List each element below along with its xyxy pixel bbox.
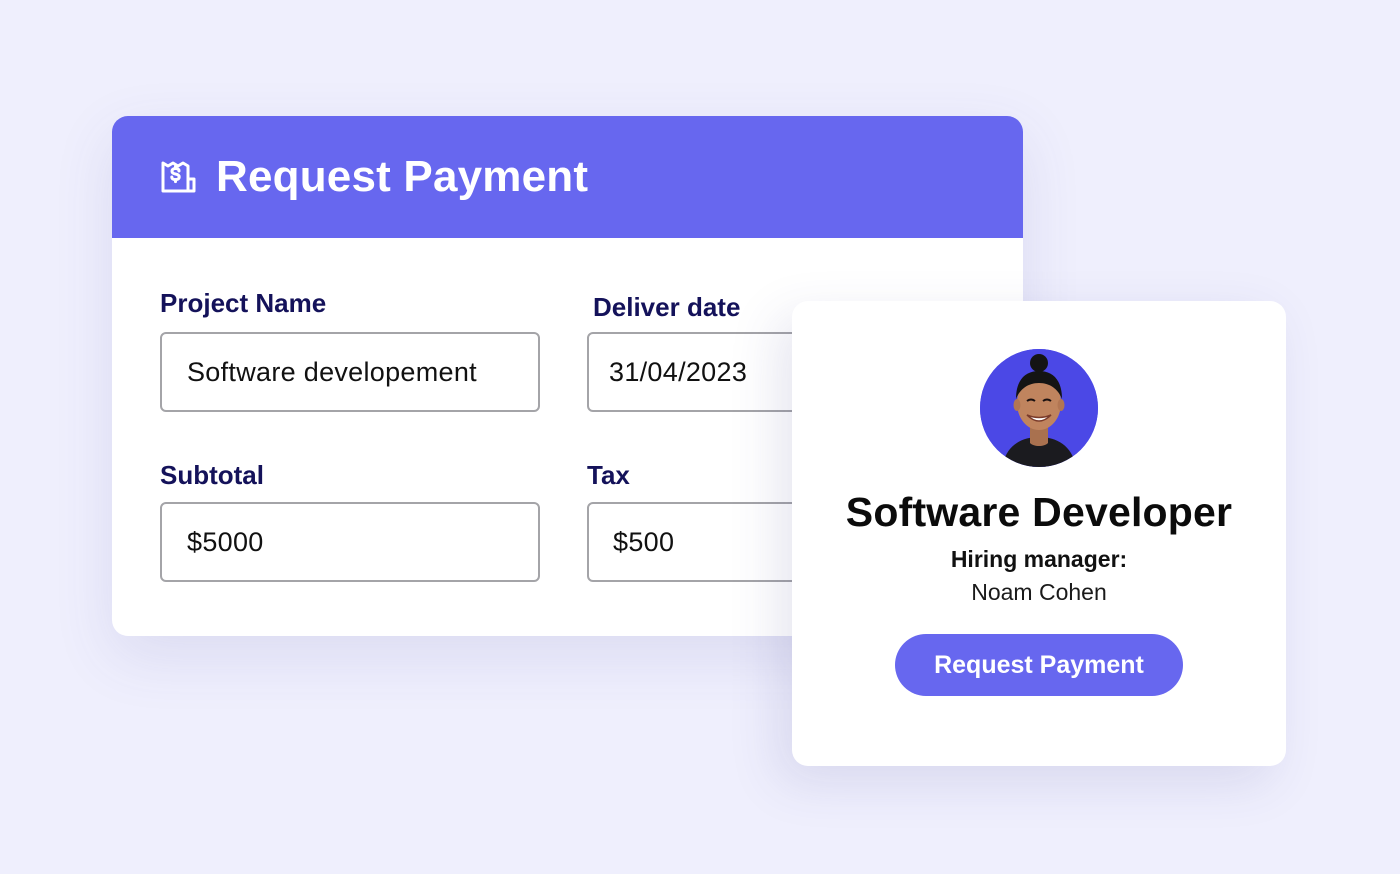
subtotal-label: Subtotal <box>160 460 264 490</box>
request-payment-button-label: Request Payment <box>934 650 1144 679</box>
project-name-label: Project Name <box>160 288 327 318</box>
deliver-date-label: Deliver date <box>593 292 741 322</box>
project-name-input[interactable]: Software developement <box>160 332 540 412</box>
person-avatar-icon <box>980 349 1098 467</box>
hiring-manager-label: Hiring manager: <box>950 546 1128 572</box>
hiring-manager-name: Noam Cohen <box>971 579 1107 605</box>
subtotal-input[interactable]: $5000 <box>160 502 540 582</box>
avatar <box>980 349 1098 467</box>
receipt-dollar-icon <box>158 157 198 197</box>
subtotal-value: $5000 <box>187 526 264 557</box>
deliver-date-value: 31/04/2023 <box>609 356 748 387</box>
form-title: Request Payment <box>216 152 589 201</box>
tax-value: $500 <box>613 526 675 557</box>
request-payment-button[interactable]: Request Payment <box>895 634 1183 696</box>
role-title: Software Developer <box>845 489 1233 535</box>
tax-label: Tax <box>587 460 630 490</box>
project-name-value: Software developement <box>187 356 477 387</box>
form-header: Request Payment <box>112 116 1023 238</box>
stage: Request Payment Project Name Software de… <box>0 0 1400 874</box>
profile-card: Software Developer Hiring manager: Noam … <box>792 301 1286 766</box>
